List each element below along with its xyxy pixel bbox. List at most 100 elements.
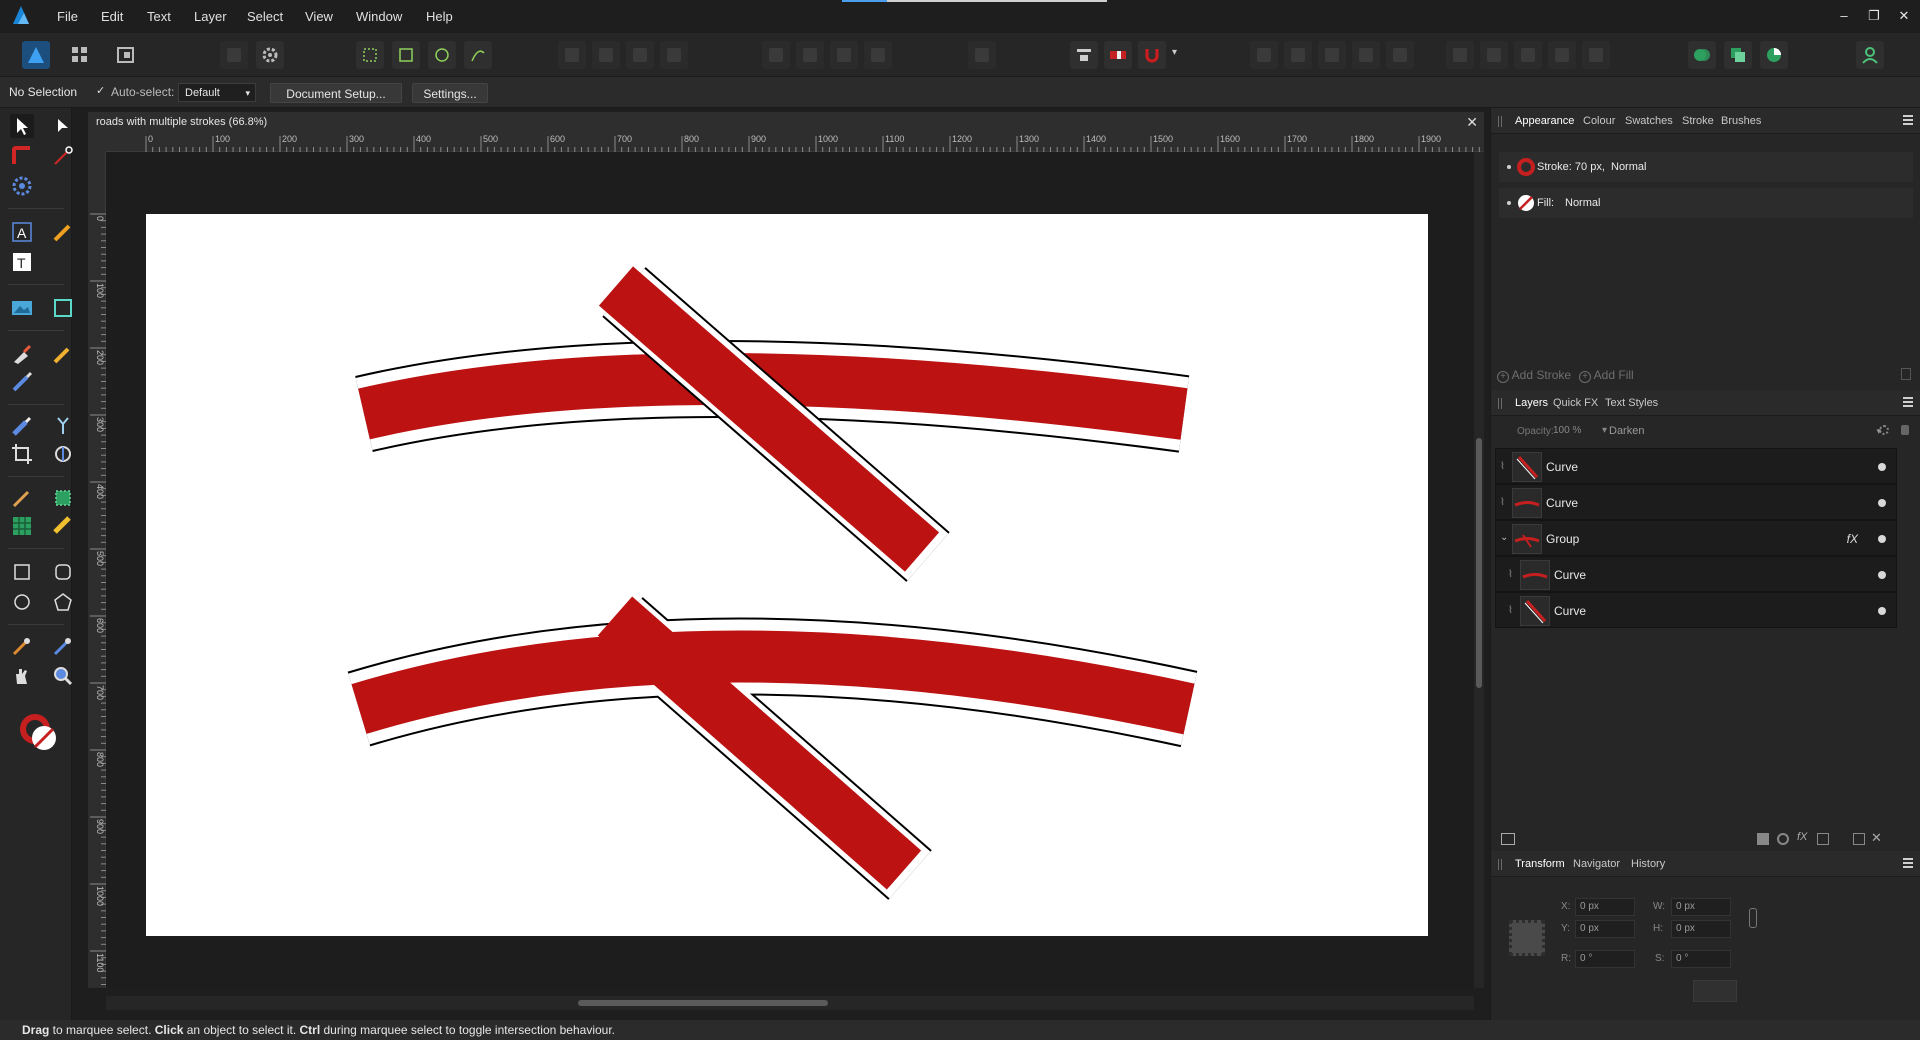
- layer-row[interactable]: ⌇ Curve: [1495, 556, 1897, 592]
- polygon-tool-icon[interactable]: [51, 590, 75, 614]
- color-picker-tool-icon[interactable]: [10, 634, 34, 658]
- layer-visibility-icon[interactable]: [1878, 499, 1886, 507]
- menu-view[interactable]: View: [305, 0, 333, 33]
- snap-curve-icon[interactable]: [464, 41, 492, 69]
- menu-layer[interactable]: Layer: [194, 0, 227, 33]
- add-fill-button[interactable]: + Add Fill: [1579, 368, 1634, 383]
- pixel-persona-icon[interactable]: [66, 41, 94, 69]
- restore-button[interactable]: ❐: [1860, 4, 1888, 28]
- shape-builder-tool-icon[interactable]: [51, 486, 75, 510]
- minimize-button[interactable]: –: [1830, 4, 1858, 28]
- layer-visibility-icon[interactable]: [1878, 571, 1886, 579]
- menu-file[interactable]: File: [57, 0, 78, 33]
- menu-select[interactable]: Select: [247, 0, 283, 33]
- tab-quick-fx[interactable]: Quick FX: [1553, 390, 1598, 416]
- panel-grip-icon[interactable]: [1498, 398, 1502, 409]
- toolbar-button[interactable]: [1514, 41, 1542, 69]
- tab-swatches[interactable]: Swatches: [1625, 108, 1673, 134]
- rounded-rectangle-tool-icon[interactable]: [51, 560, 75, 584]
- toolbar-button[interactable]: [864, 41, 892, 69]
- pen-tool-icon[interactable]: [10, 342, 34, 366]
- rotation-field[interactable]: 0 °: [1575, 950, 1635, 968]
- adjustment-icon[interactable]: [1777, 833, 1789, 845]
- layer-row[interactable]: ⌇ Curve: [1495, 484, 1897, 520]
- geometry-icon[interactable]: [1104, 41, 1132, 69]
- tab-colour[interactable]: Colour: [1583, 108, 1615, 134]
- fx-icon[interactable]: fX: [1847, 521, 1858, 557]
- fill-row[interactable]: Fill: Normal: [1499, 188, 1913, 218]
- toolbar-button[interactable]: [1250, 41, 1278, 69]
- vertical-ruler[interactable]: 0 100 200 300 400 500 600 700 800 900 1000 1100: [88, 152, 106, 988]
- group-layers-icon[interactable]: [1817, 833, 1829, 845]
- lock-icon[interactable]: [1901, 425, 1909, 435]
- layer-row[interactable]: ⌇ Curve: [1495, 592, 1897, 628]
- layer-visibility-icon[interactable]: [1878, 607, 1886, 615]
- panel-menu-icon[interactable]: [1903, 115, 1913, 125]
- transform-origin-button[interactable]: [1693, 980, 1737, 1002]
- toolbar-button[interactable]: [1548, 41, 1576, 69]
- tab-transform[interactable]: Transform: [1515, 851, 1565, 877]
- tab-brushes[interactable]: Brushes: [1721, 108, 1761, 134]
- shear-field[interactable]: 0 °: [1671, 950, 1731, 968]
- ellipse-tool-icon[interactable]: [10, 590, 34, 614]
- align-icon[interactable]: [1070, 41, 1098, 69]
- tab-navigator[interactable]: Navigator: [1573, 851, 1620, 877]
- zoom-tool-icon[interactable]: [51, 664, 75, 688]
- add-layer-icon[interactable]: [1853, 833, 1865, 845]
- autoselect-dropdown[interactable]: Default ▾: [178, 83, 256, 102]
- app-logo-icon[interactable]: [10, 4, 34, 28]
- document-setup-button[interactable]: Document Setup...: [270, 83, 402, 103]
- boolean-intersect-icon[interactable]: [1760, 41, 1788, 69]
- layer-visibility-icon[interactable]: [1878, 535, 1886, 543]
- toolbar-button[interactable]: [968, 41, 996, 69]
- layer-visibility-icon[interactable]: [1878, 463, 1886, 471]
- menu-window[interactable]: Window: [356, 0, 402, 33]
- stroke-row[interactable]: Stroke: 70 px, Normal: [1499, 152, 1913, 182]
- rectangle-tool-icon[interactable]: [10, 560, 34, 584]
- h-field[interactable]: 0 px: [1671, 920, 1731, 938]
- artboard[interactable]: [146, 214, 1428, 936]
- panel-grip-icon[interactable]: [1498, 859, 1502, 870]
- vertical-scroll-thumb[interactable]: [1476, 438, 1482, 688]
- layer-expand-icon[interactable]: ⌇: [1500, 497, 1505, 508]
- road-group-bottom[interactable]: [347, 596, 1198, 900]
- toolbar-button[interactable]: [1352, 41, 1380, 69]
- toolbar-button[interactable]: [592, 41, 620, 69]
- settings-gear-icon[interactable]: [256, 41, 284, 69]
- frame-text-tool-icon[interactable]: T: [10, 250, 34, 274]
- table-tool-icon[interactable]: [10, 514, 34, 538]
- close-button[interactable]: ✕: [1890, 4, 1918, 28]
- x-field[interactable]: 0 px: [1575, 898, 1635, 916]
- crop-tool-icon[interactable]: [10, 442, 34, 466]
- tab-text-styles[interactable]: Text Styles: [1605, 390, 1658, 416]
- menu-edit[interactable]: Edit: [101, 0, 123, 33]
- pencil-tool-icon[interactable]: [51, 220, 75, 244]
- mask-layer-icon[interactable]: [1757, 833, 1769, 845]
- move-tool-icon[interactable]: [10, 114, 34, 138]
- knife-tool-icon[interactable]: [10, 486, 34, 510]
- snap-object-icon[interactable]: [428, 41, 456, 69]
- toolbar-button[interactable]: [1386, 41, 1414, 69]
- add-stroke-button[interactable]: + Add Stroke: [1497, 368, 1571, 383]
- tab-appearance[interactable]: Appearance: [1515, 108, 1574, 134]
- toolbar-button[interactable]: [558, 41, 586, 69]
- y-field[interactable]: 0 px: [1575, 920, 1635, 938]
- layers-options-icon[interactable]: [1501, 833, 1515, 845]
- pixel-brush-tool-icon[interactable]: [10, 370, 34, 394]
- tab-layers[interactable]: Layers: [1515, 390, 1548, 416]
- horizontal-scrollbar[interactable]: [106, 996, 1474, 1010]
- toolbar-button[interactable]: [1582, 41, 1610, 69]
- fill-tool-icon[interactable]: [10, 414, 34, 438]
- snapping-dropdown-icon[interactable]: ▾: [1172, 47, 1177, 58]
- stroke-swatch-icon[interactable]: [1517, 158, 1535, 176]
- stroke-fill-swatch-icon[interactable]: [20, 714, 60, 754]
- layer-expand-icon[interactable]: ⌇: [1508, 605, 1513, 616]
- tab-history[interactable]: History: [1631, 851, 1665, 877]
- horizontal-scroll-thumb[interactable]: [578, 1000, 828, 1006]
- toolbar-button[interactable]: [220, 41, 248, 69]
- toolbar-button[interactable]: [626, 41, 654, 69]
- toolbar-button[interactable]: [1318, 41, 1346, 69]
- artistic-text-tool-icon[interactable]: A: [10, 220, 34, 244]
- w-field[interactable]: 0 px: [1671, 898, 1731, 916]
- delete-appearance-icon[interactable]: [1901, 368, 1911, 380]
